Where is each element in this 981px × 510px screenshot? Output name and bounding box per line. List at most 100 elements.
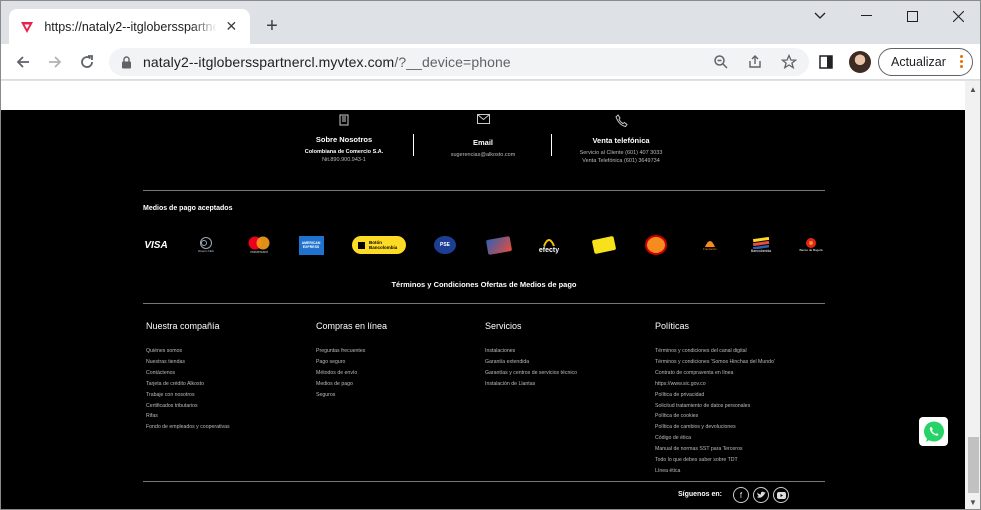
footer-link[interactable]: Todo lo que debes saber sobre TDT bbox=[655, 455, 775, 466]
footer-link[interactable]: Preguntas frecuentes bbox=[316, 346, 387, 357]
follow-label: Síguenos en: bbox=[678, 491, 722, 498]
mail-icon bbox=[431, 114, 535, 130]
bancolombia-logo: Bancolombia bbox=[748, 233, 774, 257]
whatsapp-icon bbox=[923, 421, 944, 442]
tab-close-icon[interactable]: ✕ bbox=[223, 18, 240, 35]
contact-service-phone[interactable]: Servicio al Cliente (601) 407 3033 bbox=[567, 149, 675, 157]
back-button[interactable] bbox=[9, 48, 37, 76]
footer-link[interactable]: https://www.sic.gov.co bbox=[655, 379, 775, 390]
card-logo bbox=[485, 233, 513, 257]
browser-toolbar: nataly2--itglobersspartnercl.myvtex.com/… bbox=[1, 44, 980, 80]
footer-link[interactable]: Rifas bbox=[146, 411, 230, 422]
page-scrollbar[interactable]: ▲ ▼ bbox=[965, 81, 980, 509]
facebook-icon[interactable]: f bbox=[733, 487, 749, 503]
payment-label: VISA bbox=[144, 239, 168, 251]
footer-column-services: Servicios Instalaciones Garantía extendi… bbox=[485, 321, 577, 390]
footer-link[interactable]: Manual de normas SST para Terceros bbox=[655, 444, 775, 455]
footer-link[interactable]: Código de ética bbox=[655, 433, 775, 444]
footer-link[interactable]: Contáctenos bbox=[146, 368, 230, 379]
contact-title: Sobre Nosotros bbox=[315, 135, 373, 144]
contact-phone: Venta telefónica Servicio al Cliente (60… bbox=[567, 114, 675, 165]
menu-dots-icon[interactable] bbox=[960, 55, 964, 68]
divider bbox=[143, 303, 825, 304]
forward-button[interactable] bbox=[41, 48, 69, 76]
footer-link[interactable]: Tarjeta de crédito Alkosto bbox=[146, 379, 230, 390]
efecty-logo: efecty bbox=[536, 233, 562, 257]
tab-title: https://nataly2--itglobersspartnercl.myv… bbox=[44, 19, 216, 34]
footer-link[interactable]: Medios de pago bbox=[316, 379, 387, 390]
footer-link[interactable]: Solicitud tratamiento de datos personale… bbox=[655, 401, 775, 412]
reload-button[interactable] bbox=[73, 48, 101, 76]
payment-label: mastercard bbox=[250, 250, 268, 254]
column-title: Compras en línea bbox=[316, 321, 388, 331]
contact-title: Email bbox=[472, 138, 493, 147]
footer-column-shopping: Compras en línea Preguntas frecuentes Pa… bbox=[316, 321, 387, 401]
mastercard-logo: mastercard bbox=[244, 233, 274, 257]
contact-email-link[interactable]: sugerencias@alkosto.com bbox=[431, 151, 535, 159]
tab-strip: https://nataly2--itglobersspartnercl.myv… bbox=[1, 1, 980, 44]
footer-link[interactable]: Política de cookies bbox=[655, 411, 775, 422]
scroll-up-arrow-icon[interactable]: ▲ bbox=[969, 85, 977, 94]
payment-label: Banco de Bogotá bbox=[799, 248, 823, 253]
zoom-icon[interactable] bbox=[711, 52, 731, 72]
page-viewport: Sobre Nosotros Colombiana de Comercio S.… bbox=[1, 81, 965, 509]
contact-sales-phone[interactable]: Venta Telefónica (601) 3649734 bbox=[567, 157, 675, 165]
footer-link[interactable]: Términos y condiciones 'Somos Hinchas de… bbox=[655, 357, 775, 368]
lock-icon[interactable] bbox=[119, 54, 133, 70]
contact-email: Email sugerencias@alkosto.com bbox=[431, 114, 535, 159]
update-button[interactable]: Actualizar bbox=[878, 48, 973, 76]
bancolombia-mark-icon bbox=[358, 241, 365, 249]
footer-link[interactable]: Política de cambios y devoluciones bbox=[655, 422, 775, 433]
footer-link[interactable]: Contrato de compraventa en línea bbox=[655, 368, 775, 379]
footer-link[interactable]: Garantía extendida bbox=[485, 357, 577, 368]
footer-link[interactable]: Instalaciones bbox=[485, 346, 577, 357]
minimize-button[interactable] bbox=[843, 1, 889, 31]
exito-card-icon bbox=[591, 235, 617, 255]
bookmark-star-icon[interactable] bbox=[779, 52, 799, 72]
close-window-button[interactable] bbox=[935, 1, 980, 31]
footer-link[interactable]: Política de privacidad bbox=[655, 390, 775, 401]
column-title: Políticas bbox=[655, 321, 690, 331]
footer-link[interactable]: Pago seguro bbox=[316, 357, 387, 368]
pse-logo: PSE bbox=[433, 233, 457, 257]
scroll-thumb[interactable] bbox=[968, 437, 979, 493]
active-tab[interactable]: https://nataly2--itglobersspartnercl.myv… bbox=[9, 9, 250, 44]
footer-link[interactable]: Certificados tributarios bbox=[146, 401, 230, 412]
tarjeta-card-icon bbox=[485, 235, 513, 255]
column-title: Nuestra compañía bbox=[146, 321, 220, 331]
footer-link[interactable]: Seguros bbox=[316, 390, 387, 401]
payment-label: Diners Club bbox=[198, 249, 214, 253]
footer-column-company: Nuestra compañía Quiénes somos Nuestras … bbox=[146, 321, 230, 433]
footer-link[interactable]: Métodos de envío bbox=[316, 368, 387, 379]
new-tab-button[interactable]: + bbox=[261, 15, 283, 37]
share-icon[interactable] bbox=[745, 52, 765, 72]
payment-terms-link[interactable]: Términos y Condiciones Ofertas de Medios… bbox=[143, 280, 825, 289]
side-panel-icon[interactable] bbox=[817, 53, 835, 71]
url-text: nataly2--itglobersspartnercl.myvtex.com/… bbox=[143, 54, 511, 70]
divider bbox=[143, 190, 825, 191]
footer-link[interactable]: Quiénes somos bbox=[146, 346, 230, 357]
twitter-icon[interactable] bbox=[753, 487, 769, 503]
profile-avatar[interactable] bbox=[849, 51, 871, 73]
column-title: Servicios bbox=[485, 321, 522, 331]
youtube-icon[interactable] bbox=[773, 487, 789, 503]
footer-link[interactable]: Nuestras tiendas bbox=[146, 357, 230, 368]
payment-label: Fundación bbox=[702, 247, 717, 251]
payment-label: PSE bbox=[439, 242, 450, 248]
contact-about: Sobre Nosotros Colombiana de Comercio S.… bbox=[291, 114, 397, 164]
footer-link[interactable]: Trabaje con nosotros bbox=[146, 390, 230, 401]
footer-link[interactable]: Instalación de Llantas bbox=[485, 379, 577, 390]
browser-window: https://nataly2--itglobersspartnercl.myv… bbox=[0, 0, 981, 510]
footer-link[interactable]: Línea ética bbox=[655, 466, 775, 477]
address-bar[interactable]: nataly2--itglobersspartnercl.myvtex.com/… bbox=[109, 48, 809, 76]
footer-link[interactable]: Fondo de empleados y cooperativas bbox=[146, 422, 230, 433]
maximize-button[interactable] bbox=[889, 1, 935, 31]
tab-search-icon[interactable] bbox=[797, 1, 843, 31]
payment-label: AMERICAN EXPRESS bbox=[301, 241, 321, 249]
footer-link[interactable]: Términos y condiciones del canal digital bbox=[655, 346, 775, 357]
scroll-down-arrow-icon[interactable]: ▼ bbox=[969, 498, 977, 507]
divider bbox=[551, 134, 552, 156]
exito-card-logo bbox=[591, 233, 617, 257]
whatsapp-button[interactable] bbox=[919, 417, 948, 446]
footer-link[interactable]: Garantías y centros de servicios técnico bbox=[485, 368, 577, 379]
